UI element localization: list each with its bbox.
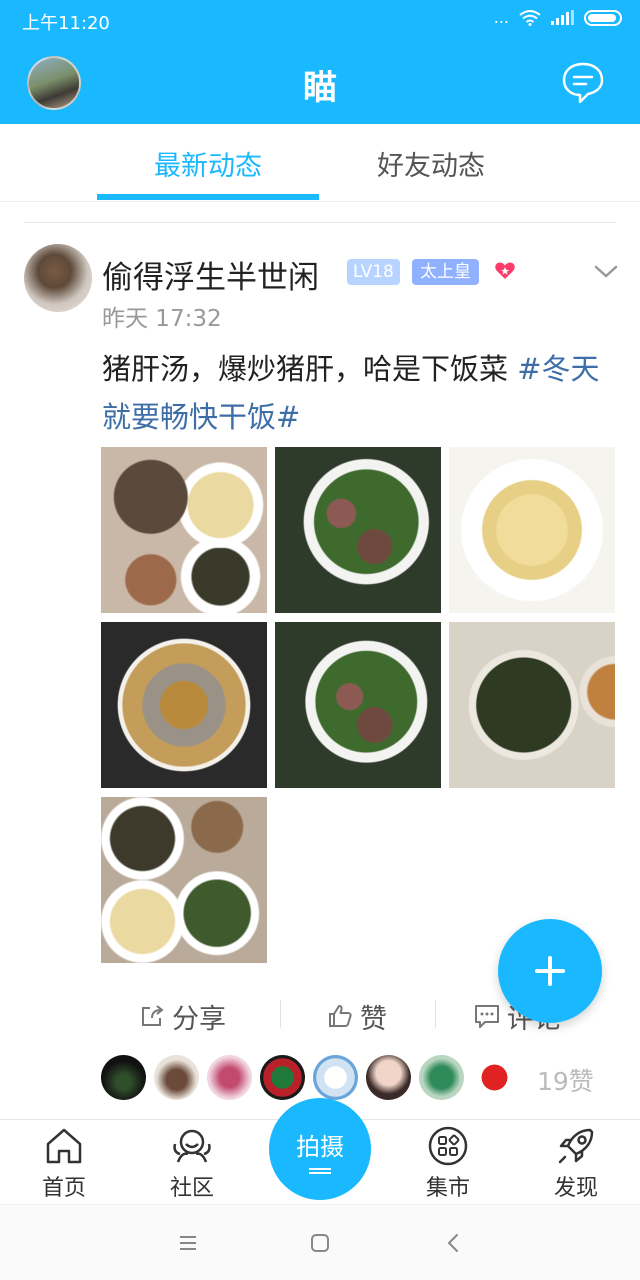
share-button[interactable]: 分享 [138,996,226,1036]
community-icon [173,1129,211,1163]
post-photo[interactable] [101,797,267,963]
comment-icon [475,1005,499,1028]
post-photo[interactable] [449,447,615,613]
nav-market-label: 集市 [425,1176,470,1201]
nav-discover[interactable]: 发现 [531,1120,621,1202]
status-time: 上午11:20 [22,13,110,34]
nav-market[interactable]: 集市 [403,1120,493,1202]
post-photo[interactable] [101,447,267,613]
liker-avatar[interactable] [154,1055,199,1100]
post-photo[interactable] [275,622,441,788]
shoot-label: 拍摄 [296,1133,344,1161]
market-icon [428,1126,468,1166]
like-count[interactable]: 19赞 [537,1062,594,1098]
back-icon[interactable] [442,1231,466,1255]
divider [24,222,616,223]
share-icon [142,1005,164,1026]
post-text: 猪肝汤，爆炒猪肝，哈是下饭菜 [102,352,518,386]
add-post-button[interactable] [498,919,602,1023]
rank-badge: 太上皇 [412,259,479,285]
shoot-button[interactable]: 拍摄 [269,1098,371,1200]
shoot-lines-icon [309,1168,331,1170]
tab-friends[interactable]: 好友动态 [320,144,542,183]
like-button[interactable]: 赞 [326,996,387,1036]
author-name[interactable]: 偷得浮生半世闲 [102,252,319,297]
system-nav-bar [0,1204,640,1280]
nav-community-label: 社区 [169,1176,214,1201]
author-avatar[interactable] [24,244,92,312]
menu-icon[interactable] [176,1231,200,1255]
plus-icon [548,956,552,986]
battery-icon [584,9,622,26]
liker-avatar[interactable] [366,1055,411,1100]
nav-home[interactable]: 首页 [19,1120,109,1202]
liker-avatar[interactable] [313,1055,358,1100]
likers-list [101,1055,517,1100]
liker-avatar[interactable] [419,1055,464,1100]
rocket-icon [558,1128,594,1164]
signal-icon [551,9,574,25]
tab-latest[interactable]: 最新动态 [97,144,319,183]
status-icons: ... [494,8,622,27]
more-dots-icon: ... [493,8,509,27]
action-divider [280,1000,281,1028]
level-badge: LV18 [347,259,400,285]
chevron-down-icon[interactable] [594,264,618,280]
home-icon [46,1128,82,1164]
top-bar: 上午11:20 ... 瞄 [0,0,640,124]
liker-avatar[interactable] [260,1055,305,1100]
nav-discover-label: 发现 [553,1176,598,1201]
page-title: 瞄 [303,68,337,108]
share-label: 分享 [172,1003,226,1035]
nav-community[interactable]: 社区 [147,1120,237,1202]
home-square-icon[interactable] [308,1231,332,1255]
liker-avatar[interactable] [207,1055,252,1100]
post-body: 猪肝汤，爆炒猪肝，哈是下饭菜 #冬天就要畅快干饭# [102,345,602,441]
post-photo[interactable] [275,447,441,613]
post-photo[interactable] [449,622,615,788]
action-divider [435,1000,436,1028]
post-photo[interactable] [101,622,267,788]
chat-bubble-icon[interactable] [560,60,606,106]
liker-avatar[interactable] [101,1055,146,1100]
feed-tabs: 最新动态 好友动态 [0,124,640,202]
nav-home-label: 首页 [41,1176,86,1201]
heart-badge-icon [495,262,515,279]
thumbs-up-icon [329,1005,352,1027]
liker-avatar[interactable] [472,1055,517,1100]
post-timestamp: 昨天 17:32 [102,306,222,332]
wifi-icon [519,9,541,26]
tab-indicator [97,194,319,200]
like-label: 赞 [360,1003,387,1035]
